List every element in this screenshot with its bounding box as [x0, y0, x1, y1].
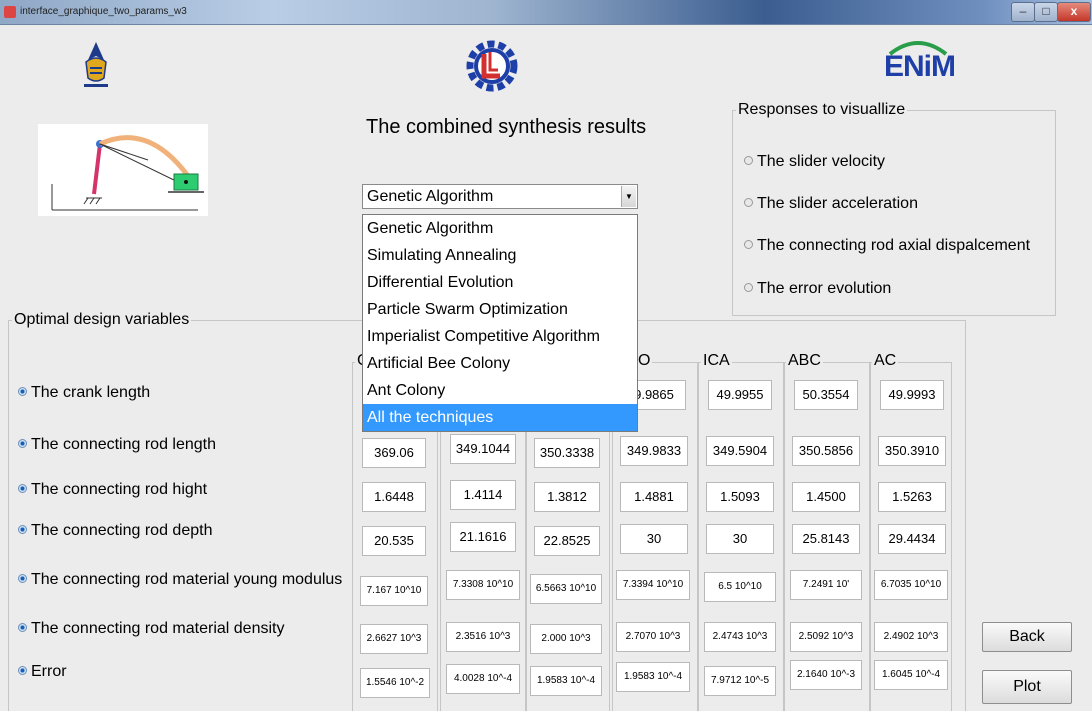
slider-crank-mechanism-image: [38, 124, 208, 216]
value-cell: 2.4902 10^3: [874, 622, 948, 652]
radio-slider-velocity[interactable]: The slider velocity: [744, 153, 885, 171]
value-cell: 7.167 10^10: [360, 576, 428, 606]
radio-button-icon: [744, 198, 753, 207]
value-cell: 350.3910: [878, 436, 946, 466]
value-cell: 6.7035 10^10: [874, 570, 948, 600]
value-cell: 7.3394 10^10: [616, 570, 690, 600]
option-artificial-bee-colony[interactable]: Artificial Bee Colony: [363, 350, 637, 377]
radio-button-icon: [18, 484, 27, 493]
value-cell: 1.3812: [534, 482, 600, 512]
column-title-abc: ABC: [786, 352, 823, 370]
matlab-figure-icon: [4, 6, 16, 18]
radio-button-icon: [18, 439, 27, 448]
value-cell: 350.3338: [534, 438, 600, 468]
radio-button-icon: [18, 666, 27, 675]
window-title: interface_graphique_two_params_w3: [20, 6, 187, 17]
algorithm-select[interactable]: Genetic Algorithm ▼: [362, 184, 638, 209]
value-cell: 1.4881: [620, 482, 688, 512]
value-cell: 1.4114: [450, 480, 516, 510]
option-particle-swarm[interactable]: Particle Swarm Optimization: [363, 296, 637, 323]
results-heading: The combined synthesis results: [366, 116, 647, 138]
value-cell: 1.5093: [706, 482, 774, 512]
radio-button-icon: [18, 525, 27, 534]
column-title-ac: AC: [872, 352, 899, 370]
value-cell: 369.06: [362, 438, 426, 468]
radio-button-icon: [744, 240, 753, 249]
value-cell: 7.2491 10': [790, 570, 862, 600]
window-titlebar: interface_graphique_two_params_w3 – □ x: [0, 0, 1092, 25]
column-title-pso: O: [636, 352, 653, 370]
radio-button-icon: [744, 283, 753, 292]
value-cell: 2.3516 10^3: [446, 622, 520, 652]
value-cell: 2.4743 10^3: [704, 622, 776, 652]
value-cell: 6.5663 10^10: [530, 574, 602, 604]
radio-error-evolution[interactable]: The error evolution: [744, 280, 891, 298]
algorithm-dropdown-list: Genetic Algorithm Simulating Annealing D…: [362, 214, 638, 432]
value-cell: 349.1044: [450, 434, 516, 464]
radio-button-icon: [744, 156, 753, 165]
value-cell: 49.9955: [708, 380, 772, 410]
maximize-button[interactable]: □: [1034, 2, 1058, 22]
value-cell: 2.6627 10^3: [360, 624, 428, 654]
radio-crank-length[interactable]: The crank length: [18, 384, 150, 402]
value-cell: 2.7070 10^3: [616, 622, 690, 652]
value-cell: 2.000 10^3: [530, 624, 602, 654]
value-cell: 30: [620, 524, 688, 554]
value-cell: 21.1616: [450, 522, 516, 552]
value-cell: 1.9583 10^-4: [530, 666, 602, 696]
value-cell: 22.8525: [534, 526, 600, 556]
column-title-ica: ICA: [701, 352, 732, 370]
responses-panel-title: Responses to visuallize: [736, 101, 908, 119]
enim-logo: ENiM: [882, 36, 956, 92]
value-cell: 1.9583 10^-4: [616, 662, 690, 692]
radio-rod-length[interactable]: The connecting rod length: [18, 436, 216, 454]
value-cell: 20.535: [362, 526, 426, 556]
value-cell: 25.8143: [792, 524, 860, 554]
radio-rod-height[interactable]: The connecting rod hight: [18, 481, 207, 499]
value-cell: 1.5546 10^-2: [360, 668, 430, 698]
radio-rod-depth[interactable]: The connecting rod depth: [18, 522, 212, 540]
value-cell: 7.3308 10^10: [446, 570, 520, 600]
radio-button-icon: [18, 574, 27, 583]
value-cell: 1.6045 10^-4: [874, 660, 948, 690]
close-button[interactable]: x: [1057, 2, 1091, 22]
radio-button-icon: [18, 623, 27, 632]
design-variables-title: Optimal design variables: [12, 311, 192, 329]
option-simulating-annealing[interactable]: Simulating Annealing: [363, 242, 637, 269]
radio-material-density[interactable]: The connecting rod material density: [18, 620, 284, 638]
radio-slider-acceleration[interactable]: The slider acceleration: [744, 195, 918, 213]
value-cell: 349.9833: [620, 436, 688, 466]
enim-logo-text: ENiM: [884, 50, 956, 83]
value-cell: 1.5263: [878, 482, 946, 512]
university-logo: [84, 42, 108, 87]
chevron-down-icon[interactable]: ▼: [621, 186, 636, 207]
value-cell: 29.4434: [878, 524, 946, 554]
value-cell: 1.4500: [792, 482, 860, 512]
radio-young-modulus[interactable]: The connecting rod material young modulu…: [18, 571, 342, 589]
radio-error[interactable]: Error: [18, 663, 67, 681]
option-differential-evolution[interactable]: Differential Evolution: [363, 269, 637, 296]
value-cell: 2.1640 10^-3: [790, 660, 862, 690]
value-cell: 350.5856: [792, 436, 860, 466]
option-ant-colony[interactable]: Ant Colony: [363, 377, 637, 404]
option-imperialist-competitive[interactable]: Imperialist Competitive Algorithm: [363, 323, 637, 350]
value-cell: 2.5092 10^3: [790, 622, 862, 652]
option-genetic-algorithm[interactable]: Genetic Algorithm: [363, 215, 637, 242]
value-cell: 349.5904: [706, 436, 774, 466]
value-cell: 1.6448: [362, 482, 426, 512]
minimize-button[interactable]: –: [1011, 2, 1035, 22]
back-button[interactable]: Back: [982, 622, 1072, 652]
radio-rod-axial-displacement[interactable]: The connecting rod axial dispalcement: [744, 237, 1030, 255]
value-cell: 7.9712 10^-5: [704, 666, 776, 696]
algorithm-select-value: Genetic Algorithm: [367, 188, 494, 205]
value-cell: 49.9993: [880, 380, 944, 410]
radio-button-icon: [18, 387, 27, 396]
value-cell: 30: [706, 524, 774, 554]
value-cell: 50.3554: [794, 380, 858, 410]
value-cell: 6.5 10^10: [704, 572, 776, 602]
plot-button[interactable]: Plot: [982, 670, 1072, 704]
gear-logo: [466, 40, 518, 92]
value-cell: 4.0028 10^-4: [446, 664, 520, 694]
option-all-techniques[interactable]: All the techniques: [363, 404, 637, 431]
